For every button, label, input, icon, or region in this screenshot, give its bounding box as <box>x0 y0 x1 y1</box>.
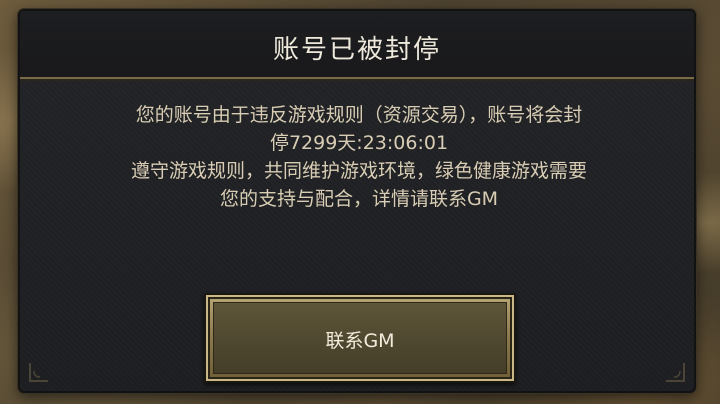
corner-ornament-icon <box>666 363 685 382</box>
corner-ornament-icon <box>29 363 48 382</box>
ban-duration-line: 停7299天:23:06:01 <box>269 132 449 154</box>
dialog-titlebar: 账号已被封停 <box>20 11 694 79</box>
contact-gm-button[interactable]: 联系GM <box>204 293 516 383</box>
contact-gm-button-label: 联系GM <box>325 330 395 352</box>
message-line: 您的支持与配合，详情请联系GM <box>219 188 499 210</box>
ban-message: 您的账号由于违反游戏规则（资源交易），账号将会封 停7299天:23:06:01… <box>78 101 640 213</box>
game-background: 账号已被封停 您的账号由于违反游戏规则（资源交易），账号将会封 停7299天:2… <box>0 0 720 404</box>
message-line: 遵守游戏规则，共同维护游戏环境，绿色健康游戏需要 <box>130 160 587 182</box>
dialog-title: 账号已被封停 <box>272 35 441 65</box>
message-line: 您的账号由于违反游戏规则（资源交易），账号将会封 <box>135 104 583 126</box>
ban-notice-dialog: 账号已被封停 您的账号由于违反游戏规则（资源交易），账号将会封 停7299天:2… <box>18 9 696 393</box>
